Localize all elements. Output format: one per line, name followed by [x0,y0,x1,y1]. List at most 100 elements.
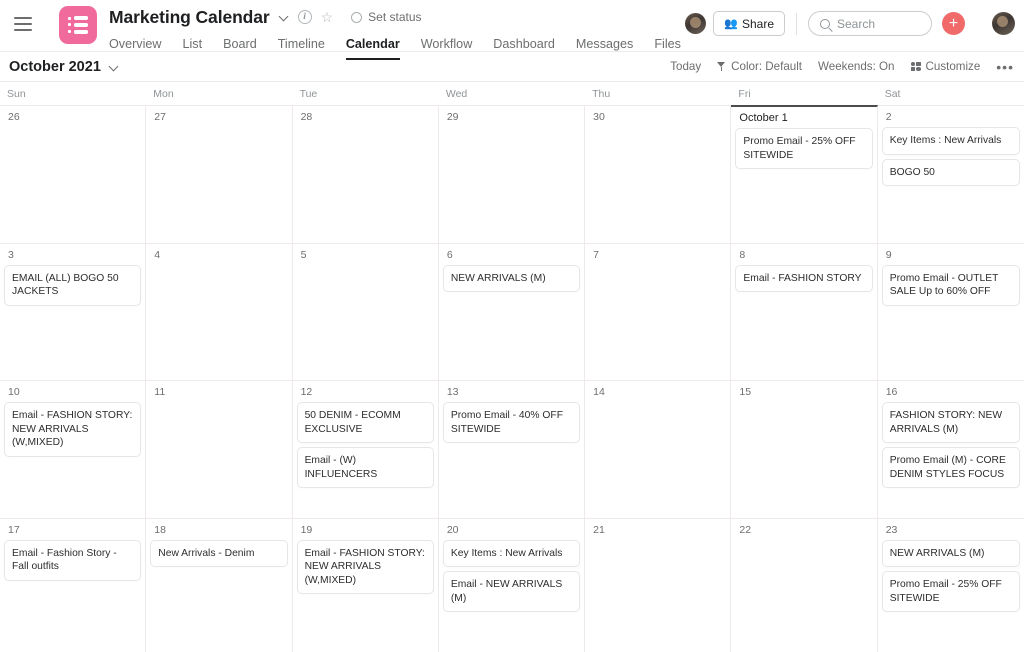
dow-fri: Fri [738,88,751,100]
day-number: 27 [154,111,166,123]
search-placeholder: Search [837,16,876,31]
day-cell[interactable]: 22 [731,518,878,652]
day-cell[interactable]: 13 Promo Email - 40% OFF SITEWIDE [439,381,586,518]
people-icon: 👥 [724,18,738,30]
day-cell[interactable]: 12 50 DENIM - ECOMM EXCLUSIVE Email - (W) … [293,381,439,518]
share-label: Share [741,16,774,31]
today-label: Today [670,60,702,73]
day-number: 21 [593,523,605,536]
calendar-event[interactable]: Promo Email (M) - CORE DENIM STYLES FOCU… [881,447,1020,489]
share-button[interactable]: 👥 Share [713,11,785,36]
day-number: 7 [593,248,599,261]
day-cell[interactable]: 8 Email - FASHION STORY [731,243,878,380]
filter-icon [717,62,726,71]
day-number: 20 [446,523,459,536]
calendar-event[interactable]: Promo Email - 25% OFF SITEWIDE [735,128,873,170]
day-cell[interactable]: 7 [585,243,732,380]
calendar-event[interactable]: NEW ARRIVALS (M) [881,539,1020,568]
day-cell[interactable]: 3 EMAIL (ALL) BOGO 50 JACKETS [0,243,147,380]
customize-button[interactable]: Customize [910,60,981,73]
day-cell[interactable]: 11 [146,381,293,518]
star-icon[interactable]: ☆ [321,10,334,24]
day-cell[interactable]: 27 [146,106,293,243]
dow-thu: Thu [592,88,611,100]
calendar-event[interactable]: Email - FASHION STORY [735,264,873,293]
day-cell[interactable]: 28 [293,106,439,243]
hamburger-icon[interactable] [14,17,32,31]
dow-sat: Sat [884,88,901,100]
info-icon[interactable]: i [297,10,312,24]
search-input[interactable]: Search [808,11,932,36]
calendar-event[interactable]: New Arrivals - Denim [150,539,288,568]
calendar-event[interactable]: FASHION STORY: NEW ARRIVALS (M) [881,402,1020,444]
calendar-event[interactable]: Promo Email - 40% OFF SITEWIDE [442,402,581,444]
member-avatar[interactable] [685,13,707,34]
day-cell[interactable]: 23 NEW ARRIVALS (M) Promo Email - 25% OFF … [878,519,1024,652]
day-number: 18 [154,523,166,536]
calendar-event[interactable]: Key Items : New Arrivals [881,127,1020,155]
calendar-event[interactable]: Promo Email - OUTLET SALE Up to 60% OFF [881,264,1020,306]
account-avatar[interactable] [992,12,1015,35]
day-number: 26 [8,111,20,123]
day-cell[interactable]: 19 Email - FASHION STORY: NEW ARRIVALS (W… [293,518,439,652]
day-cell[interactable]: 16 FASHION STORY: NEW ARRIVALS (M) Promo E… [878,381,1024,518]
dow-wed: Wed [445,88,468,100]
day-cell[interactable]: 29 [439,106,586,243]
calendar-event[interactable]: NEW ARRIVALS (M) [442,264,581,293]
title-and-tabs: Marketing Calendar i ☆ Set status Overvi… [109,0,681,60]
day-cell[interactable]: 18 New Arrivals - Denim [146,518,293,652]
toolbar-actions: Today Color: Default Weekends: On Custom… [670,60,1014,74]
day-cell[interactable]: 4 [146,243,293,380]
calendar-week: 10 Email - FASHION STORY: NEW ARRIVALS (W… [0,381,1024,519]
day-number: 12 [300,386,313,398]
weekends-toggle[interactable]: Weekends: On [818,60,894,73]
day-cell[interactable]: 30 [585,106,732,243]
weekends-label: Weekends: On [818,60,895,73]
calendar-event[interactable]: Email - FASHION STORY: NEW ARRIVALS (W,M… [4,402,142,457]
header-divider [796,12,797,35]
color-label: Color: Default [731,60,803,73]
calendar-event[interactable]: Key Items : New Arrivals [442,539,581,568]
day-cell[interactable]: 17 Email - Fashion Story - Fall outfits [0,518,147,652]
calendar-event[interactable]: 50 DENIM - ECOMM EXCLUSIVE [296,402,434,444]
day-number: 10 [8,386,20,398]
day-cell[interactable]: 26 [0,106,147,243]
day-number: 28 [300,111,313,123]
page-title: Marketing Calendar [109,6,270,27]
day-cell[interactable]: October 1 Promo Email - 25% OFF SITEWIDE [731,105,878,243]
calendar-event[interactable]: Email - Fashion Story - Fall outfits [4,539,142,581]
day-number: 9 [885,248,892,261]
chevron-down-icon[interactable] [279,12,289,22]
day-cell[interactable]: 10 Email - FASHION STORY: NEW ARRIVALS (W… [0,381,147,518]
day-cell[interactable]: 9 Promo Email - OUTLET SALE Up to 60% OFF [878,244,1024,381]
customize-label: Customize [925,60,981,73]
day-cell[interactable]: 20 Key Items : New Arrivals Email - NEW AR… [439,518,586,652]
set-status-button[interactable]: Set status [351,10,422,24]
calendar-event[interactable]: Promo Email - 25% OFF SITEWIDE [881,571,1020,613]
day-cell[interactable]: 15 [731,381,878,518]
chevron-down-icon[interactable] [109,62,119,72]
header-actions: 👥 Share Search + [685,11,1015,36]
day-number: 2 [885,111,892,123]
day-number: 13 [446,386,459,398]
day-cell[interactable]: 14 [585,381,732,518]
color-button[interactable]: Color: Default [717,60,802,73]
calendar-event[interactable]: Email - (W) INFLUENCERS [296,447,434,489]
add-button[interactable]: + [942,12,965,35]
day-cell[interactable]: 2 Key Items : New Arrivals BOGO 50 [878,106,1024,243]
day-number: October 1 [739,112,788,124]
calendar-event[interactable]: EMAIL (ALL) BOGO 50 JACKETS [4,264,142,306]
calendar-event[interactable]: BOGO 50 [881,158,1020,187]
today-button[interactable]: Today [670,60,701,73]
calendar-event[interactable]: Email - FASHION STORY: NEW ARRIVALS (W,M… [296,539,434,595]
day-cell[interactable]: 6 NEW ARRIVALS (M) [439,243,586,380]
more-options-button[interactable]: ••• [996,60,1014,74]
search-icon [820,18,830,29]
day-cell[interactable]: 5 [293,243,439,380]
month-selector[interactable]: October 2021 [9,59,119,75]
day-number: 6 [446,248,453,261]
calendar-week: 26 27 28 29 30 October 1 Promo Email - 25% OFF… [0,105,1024,244]
day-number: 17 [8,523,20,536]
day-cell[interactable]: 21 [585,518,732,652]
calendar-event[interactable]: Email - NEW ARRIVALS (M) [442,571,581,613]
